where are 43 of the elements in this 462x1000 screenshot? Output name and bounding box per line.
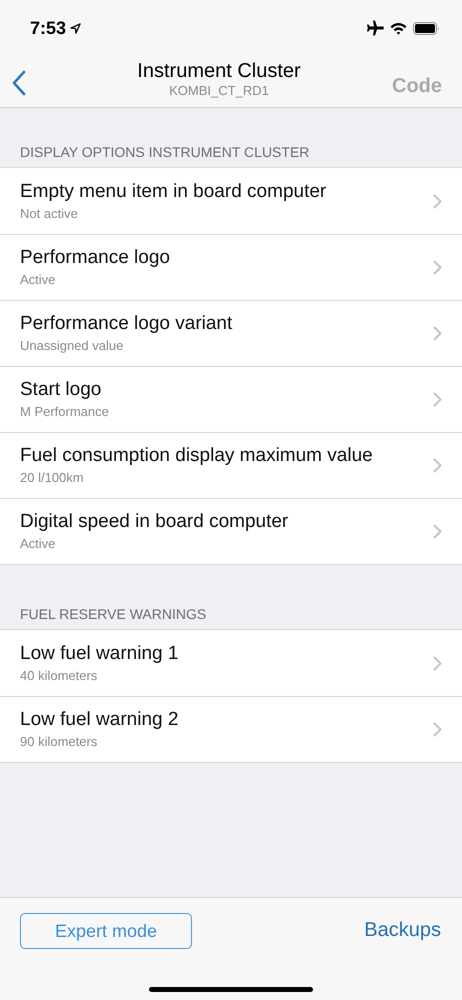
location-arrow-icon [70,22,82,34]
row-title: Performance logo variant [20,312,234,336]
battery-icon [413,22,440,34]
list-row[interactable]: Fuel consumption display maximum value 20 l/100km [0,432,462,498]
screen-title: Instrument Cluster [137,58,301,82]
back-icon[interactable] [12,70,26,96]
row-value: 20 l/100km [20,469,85,487]
section-header: FUEL RESERVE WARNINGS [19,606,208,624]
row-value: Not active [20,204,79,222]
chevron-icon [433,194,442,208]
chevron-icon [433,722,442,737]
screen-subtitle: KOMBI_CT_RD1 [169,82,269,98]
chevron-icon [433,458,442,473]
row-value: M Performance [20,403,110,421]
chevron-icon [433,524,442,539]
row-title: Start logo [20,378,102,402]
backups-button[interactable]: Backups [364,919,441,942]
airplane-icon [366,20,384,36]
chevron-icon [433,656,442,670]
list-row[interactable]: Start logo M Performance [0,366,462,432]
row-value: 40 kilometers [20,666,98,684]
list-row[interactable]: Performance logo variant Unassigned value [0,300,462,366]
status-time: 7:53 [30,18,66,38]
row-value: Active [20,535,56,553]
chevron-icon [433,392,442,407]
row-value: Unassigned value [20,337,124,355]
row-title: Digital speed in board computer [20,510,290,534]
row-title: Low fuel warning 2 [20,708,180,732]
list-row[interactable]: Low fuel warning 2 90 kilometers [0,696,462,762]
section-header: DISPLAY OPTIONS INSTRUMENT CLUSTER [19,144,310,162]
chevron-icon [433,326,442,341]
row-title: Empty menu item in board computer [20,180,328,204]
list-row[interactable]: Performance logo Active [0,234,462,300]
row-title: Fuel consumption display maximum value [20,444,374,468]
list-row[interactable]: Digital speed in board computer Active [0,498,462,564]
row-title: Low fuel warning 1 [20,642,180,666]
wifi-icon [390,22,407,34]
row-value: 90 kilometers [20,733,98,751]
row-title: Performance logo [20,246,171,270]
row-value: Active [20,271,56,289]
list-row[interactable]: Empty menu item in board computer Not active [0,168,462,234]
list-row[interactable]: Low fuel warning 1 40 kilometers [0,630,462,696]
chevron-icon [433,260,442,275]
